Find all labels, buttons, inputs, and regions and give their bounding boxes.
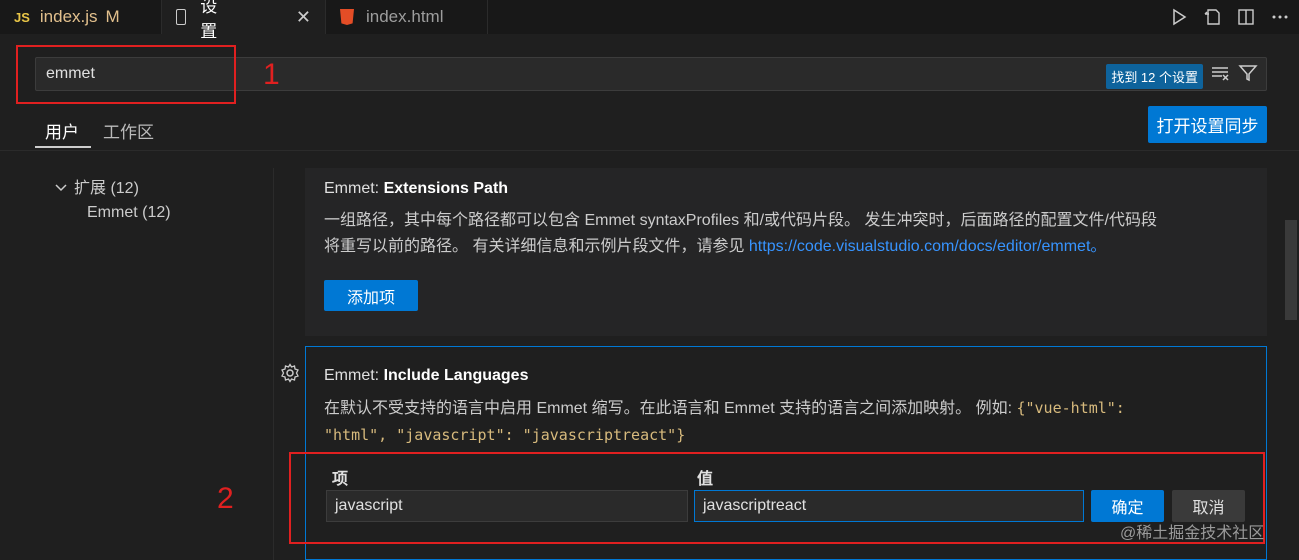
add-item-button[interactable]: 添加项: [324, 280, 418, 311]
annotation-number-1: 1: [263, 58, 280, 91]
example-code: "html", "javascript": "javascriptreact"}: [324, 426, 686, 444]
description-line: 将重写以前的路径。 有关详细信息和示例片段文件，请参见 https://code…: [324, 234, 1254, 260]
description-text: 在默认不受支持的语言中启用 Emmet 缩写。在此语言和 Emmet 支持的语言…: [324, 400, 1017, 417]
setting-description: 在默认不受支持的语言中启用 Emmet 缩写。在此语言和 Emmet 支持的语言…: [324, 395, 1254, 448]
toc-label: 扩展 (12): [74, 180, 139, 197]
chevron-down-icon: [54, 180, 68, 198]
setting-prefix: Emmet:: [324, 367, 384, 384]
tab-label: index.html: [366, 7, 444, 26]
toc-item-emmet[interactable]: Emmet (12): [87, 204, 171, 222]
setting-title: Emmet: Include Languages: [324, 367, 528, 385]
editor-tab-bar: JS index.js M 设置 ✕ index.html: [0, 0, 1299, 41]
tab-user-scope[interactable]: 用户: [45, 118, 79, 143]
docs-link[interactable]: https://code.visualstudio.com/docs/edito…: [749, 238, 1107, 255]
search-actions: [1210, 63, 1258, 83]
divider: [0, 150, 1299, 151]
tab-label: index.js: [39, 7, 98, 26]
split-editor-icon[interactable]: [1237, 8, 1255, 26]
example-code: {"vue-html":: [1016, 399, 1125, 417]
setting-title: Emmet: Extensions Path: [324, 180, 508, 198]
toc-item-extensions[interactable]: 扩展 (12): [54, 174, 139, 198]
open-json-icon[interactable]: [1203, 8, 1221, 26]
results-count-badge: 找到 12 个设置: [1106, 64, 1203, 89]
active-tab-indicator: [35, 146, 91, 148]
scrollbar[interactable]: [1285, 220, 1297, 320]
annotation-number-2: 2: [217, 482, 234, 515]
setting-name: Include Languages: [383, 367, 529, 384]
tab-settings[interactable]: 设置 ✕: [162, 0, 326, 41]
more-actions-icon[interactable]: [1271, 8, 1289, 26]
run-icon[interactable]: [1171, 8, 1187, 26]
settings-sync-button[interactable]: 打开设置同步: [1148, 106, 1267, 143]
tab-workspace-scope[interactable]: 工作区: [103, 118, 154, 143]
tab-label: 设置: [200, 0, 218, 41]
description-text: 将重写以前的路径。 有关详细信息和示例片段文件，请参见: [324, 238, 749, 255]
description-line: 在默认不受支持的语言中启用 Emmet 缩写。在此语言和 Emmet 支持的语言…: [324, 395, 1254, 422]
toc-separator: [273, 168, 274, 560]
modified-indicator: M: [105, 7, 120, 26]
file-icon: [176, 9, 187, 25]
html5-icon: [340, 9, 354, 25]
setting-description: 一组路径，其中每个路径都可以包含 Emmet syntaxProfiles 和/…: [324, 208, 1254, 260]
editor-actions: [1171, 0, 1289, 34]
close-icon[interactable]: ✕: [296, 7, 311, 28]
watermark: @稀土掘金技术社区: [1120, 525, 1265, 542]
javascript-file-icon: JS: [14, 9, 30, 25]
setting-prefix: Emmet:: [324, 180, 384, 197]
annotation-box-1: [16, 45, 236, 104]
clear-filter-icon[interactable]: [1210, 63, 1230, 83]
description-line: 一组路径，其中每个路径都可以包含 Emmet syntaxProfiles 和/…: [324, 212, 1157, 229]
annotation-box-2: [289, 452, 1265, 544]
tab-index-js[interactable]: JS index.js M: [0, 0, 162, 34]
gear-icon[interactable]: [280, 363, 300, 389]
tab-index-html[interactable]: index.html: [326, 0, 488, 34]
filter-icon[interactable]: [1238, 63, 1258, 83]
setting-name: Extensions Path: [383, 180, 509, 197]
